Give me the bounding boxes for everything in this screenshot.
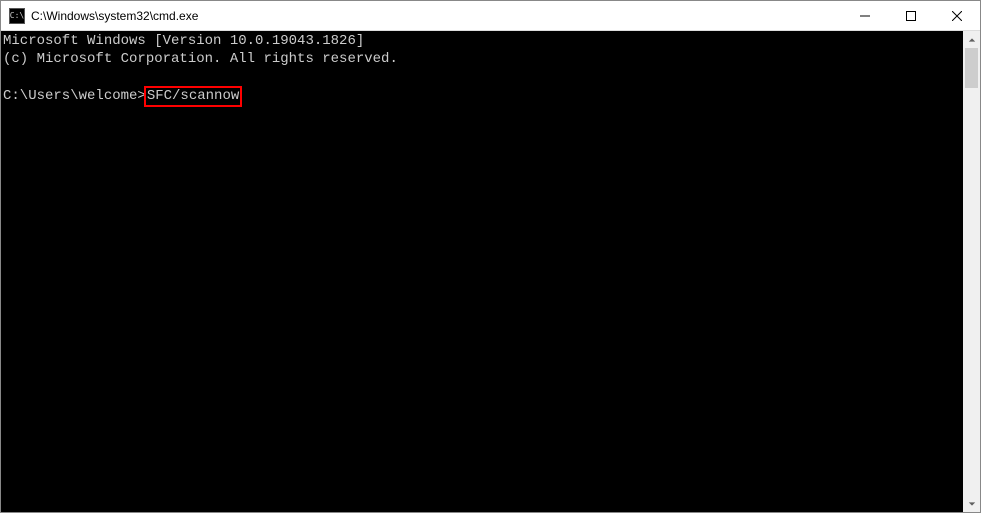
close-icon	[952, 11, 962, 21]
minimize-icon	[860, 11, 870, 21]
cmd-window: C:\ C:\Windows\system32\cmd.exe Microsof…	[0, 0, 981, 513]
terminal-output[interactable]: Microsoft Windows [Version 10.0.19043.18…	[1, 31, 963, 512]
scroll-up-button[interactable]	[963, 31, 980, 48]
maximize-button[interactable]	[888, 1, 934, 30]
close-button[interactable]	[934, 1, 980, 30]
command-highlight: SFC/scannow	[144, 86, 242, 108]
output-line-2: (c) Microsoft Corporation. All rights re…	[3, 51, 398, 67]
terminal-container: Microsoft Windows [Version 10.0.19043.18…	[1, 31, 980, 512]
chevron-up-icon	[968, 36, 976, 44]
window-title: C:\Windows\system32\cmd.exe	[31, 9, 842, 23]
prompt-text: C:\Users\welcome>	[3, 88, 146, 106]
scroll-down-button[interactable]	[963, 495, 980, 512]
minimize-button[interactable]	[842, 1, 888, 30]
scrollbar-thumb[interactable]	[965, 48, 978, 88]
titlebar[interactable]: C:\ C:\Windows\system32\cmd.exe	[1, 1, 980, 31]
vertical-scrollbar[interactable]	[963, 31, 980, 512]
maximize-icon	[906, 11, 916, 21]
window-controls	[842, 1, 980, 30]
cmd-icon-label: C:\	[10, 12, 24, 20]
chevron-down-icon	[968, 500, 976, 508]
prompt-line: C:\Users\welcome>SFC/scannow	[3, 86, 963, 108]
output-line-1: Microsoft Windows [Version 10.0.19043.18…	[3, 33, 364, 49]
scrollbar-track[interactable]	[963, 48, 980, 495]
cmd-icon: C:\	[9, 8, 25, 24]
command-text: SFC/scannow	[147, 88, 239, 104]
